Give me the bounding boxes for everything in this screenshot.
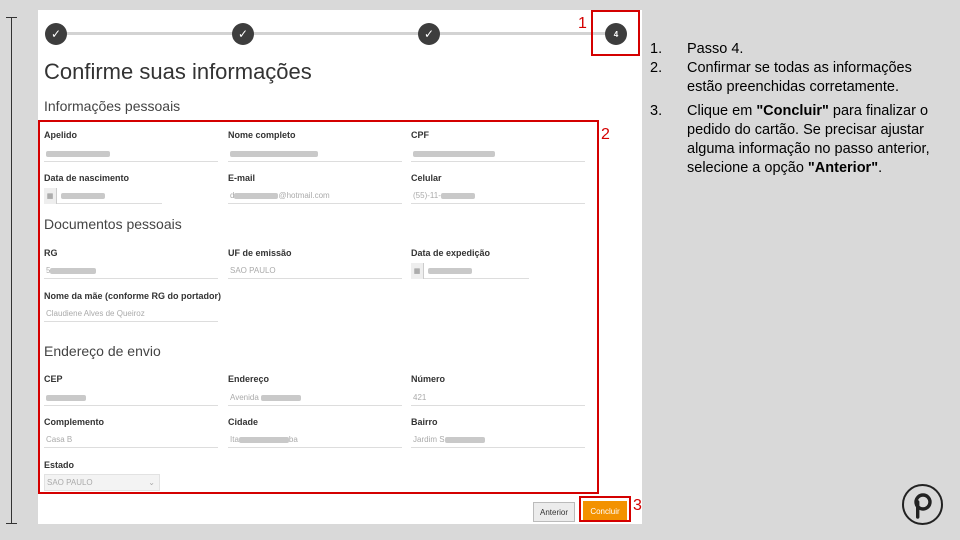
annotation-3: 3 [633, 497, 642, 514]
brand-logo-icon [902, 484, 943, 525]
highlight-step-4 [591, 10, 640, 56]
instruction-item: 3. Clique em "Concluir" para finalizar o … [650, 102, 950, 178]
logo-p-glyph [913, 492, 932, 519]
instruction-emphasis: "Concluir" [756, 103, 829, 119]
highlight-form [38, 120, 599, 494]
instruction-number: 3. [650, 103, 663, 119]
step-1-check-icon: ✓ [45, 23, 67, 45]
left-bracket-top [6, 17, 17, 18]
instruction-item: 2. Confirmar se todas as informações estã… [650, 59, 950, 97]
step-2-check-icon: ✓ [232, 23, 254, 45]
instruction-number: 2. [650, 60, 663, 76]
page-title: Confirme suas informações [44, 59, 312, 84]
annotation-2: 2 [601, 126, 610, 143]
instruction-item: 1. Passo 4. [650, 40, 950, 59]
annotation-1: 1 [578, 15, 587, 32]
instruction-text: Confirmar se todas as informações estão … [687, 60, 912, 95]
instruction-number: 1. [650, 41, 663, 57]
highlight-concluir [579, 496, 631, 522]
anterior-button[interactable]: Anterior [533, 502, 575, 522]
instruction-text: Passo 4. [687, 41, 744, 57]
section-personal-title: Informações pessoais [44, 98, 181, 114]
stepper-track [56, 32, 616, 35]
instruction-text: . [878, 160, 883, 176]
instruction-emphasis: "Anterior" [807, 160, 879, 176]
left-bracket [11, 17, 12, 523]
instructions-list: 1. Passo 4. 2. Confirmar se todas as inform… [650, 40, 950, 178]
step-3-check-icon: ✓ [418, 23, 440, 45]
left-bracket-bottom [6, 523, 17, 524]
instruction-text: Clique em [687, 103, 757, 119]
